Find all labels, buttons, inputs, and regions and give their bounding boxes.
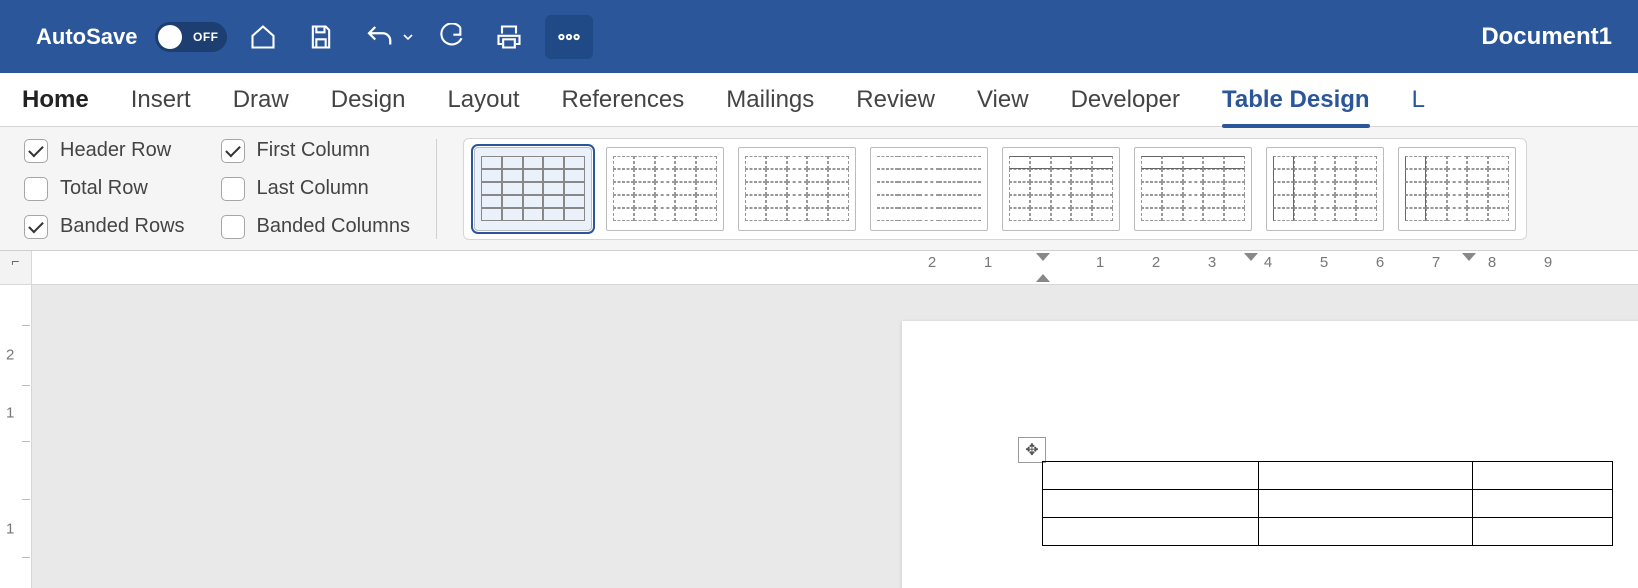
first-column-label: First Column	[257, 139, 370, 162]
vertical-ruler[interactable]: 2 1 1	[0, 285, 32, 588]
ruler-label: 1	[6, 405, 14, 422]
tab-view[interactable]: View	[977, 82, 1029, 118]
ruler-label: 5	[1320, 254, 1328, 271]
redo-icon[interactable]	[429, 15, 473, 59]
tab-insert[interactable]: Insert	[131, 82, 191, 118]
table-styles-gallery[interactable]	[463, 138, 1527, 240]
table-style-grid[interactable]	[474, 147, 592, 231]
tab-table-design[interactable]: Table Design	[1222, 82, 1370, 118]
document-title[interactable]: Document1	[1481, 23, 1618, 51]
ruler-label: 8	[1488, 254, 1496, 271]
ruler-row: ⌐ 2 1 1 2 3 4 5 6 7 8 9	[0, 251, 1638, 285]
table-style-column-2[interactable]	[1398, 147, 1516, 231]
banded-columns-checkbox[interactable]: Banded Columns	[221, 215, 410, 239]
document-area: 2 1 1 ✥	[0, 285, 1638, 588]
banded-rows-checkbox[interactable]: Banded Rows	[24, 215, 185, 239]
last-column-label: Last Column	[257, 177, 369, 200]
table-row[interactable]	[1043, 490, 1613, 518]
table-row[interactable]	[1043, 462, 1613, 490]
autosave-state: OFF	[193, 30, 219, 44]
table-row[interactable]	[1043, 518, 1613, 546]
tab-mailings[interactable]: Mailings	[726, 82, 814, 118]
last-column-checkbox[interactable]: Last Column	[221, 177, 410, 201]
checkbox-icon	[24, 177, 48, 201]
title-bar: AutoSave OFF Document1	[0, 0, 1638, 73]
print-icon[interactable]	[487, 15, 531, 59]
tab-developer[interactable]: Developer	[1071, 82, 1180, 118]
more-commands-icon[interactable]	[545, 15, 593, 59]
first-line-indent-icon[interactable]	[1036, 253, 1050, 261]
table-style-column-1[interactable]	[1266, 147, 1384, 231]
checkbox-icon	[221, 177, 245, 201]
undo-dropdown-icon[interactable]	[401, 32, 415, 42]
tab-layout[interactable]: Layout	[447, 82, 519, 118]
undo-icon[interactable]	[357, 15, 401, 59]
table-style-options: Header Row First Column Total Row Last C…	[24, 139, 410, 239]
tab-home[interactable]: Home	[22, 82, 89, 118]
home-icon[interactable]	[241, 15, 285, 59]
save-icon[interactable]	[299, 15, 343, 59]
column-indent-icon[interactable]	[1462, 253, 1476, 261]
horizontal-ruler[interactable]: 2 1 1 2 3 4 5 6 7 8 9	[32, 251, 1638, 284]
column-indent-icon[interactable]	[1244, 253, 1258, 261]
page	[902, 321, 1638, 588]
separator	[436, 139, 437, 239]
document-canvas[interactable]: ✥	[32, 285, 1638, 588]
table-style-plain-2[interactable]	[738, 147, 856, 231]
autosave-toggle-knob	[158, 25, 182, 49]
banded-rows-label: Banded Rows	[60, 215, 185, 238]
tab-selector-icon[interactable]: ⌐	[0, 251, 32, 284]
hanging-indent-icon[interactable]	[1036, 274, 1050, 282]
table-style-plain-1[interactable]	[606, 147, 724, 231]
checkbox-icon	[221, 139, 245, 163]
ribbon-tabs: Home Insert Draw Design Layout Reference…	[0, 73, 1638, 127]
table-move-handle-icon[interactable]: ✥	[1018, 437, 1046, 463]
ruler-label: 1	[984, 254, 992, 271]
document-table[interactable]	[1042, 461, 1613, 546]
tab-references[interactable]: References	[562, 82, 685, 118]
ruler-label: 2	[1152, 254, 1160, 271]
header-row-label: Header Row	[60, 139, 171, 162]
checkbox-icon	[24, 215, 48, 239]
table-style-header-1[interactable]	[1002, 147, 1120, 231]
ruler-label: 6	[1376, 254, 1384, 271]
autosave-toggle[interactable]: OFF	[155, 22, 227, 52]
ruler-label: 9	[1544, 254, 1552, 271]
header-row-checkbox[interactable]: Header Row	[24, 139, 185, 163]
ruler-label: 2	[928, 254, 936, 271]
table-style-plain-3[interactable]	[870, 147, 988, 231]
autosave-label: AutoSave	[36, 24, 137, 50]
checkbox-icon	[221, 215, 245, 239]
banded-columns-label: Banded Columns	[257, 215, 410, 238]
tab-design[interactable]: Design	[331, 82, 406, 118]
checkbox-icon	[24, 139, 48, 163]
first-column-checkbox[interactable]: First Column	[221, 139, 410, 163]
ruler-label: 3	[1208, 254, 1216, 271]
ruler-label: 1	[6, 521, 14, 538]
ribbon-content: Header Row First Column Total Row Last C…	[0, 127, 1638, 251]
ruler-label: 7	[1432, 254, 1440, 271]
tab-draw[interactable]: Draw	[233, 82, 289, 118]
ruler-label: 4	[1264, 254, 1272, 271]
total-row-label: Total Row	[60, 177, 148, 200]
tab-review[interactable]: Review	[856, 82, 935, 118]
table-style-header-2[interactable]	[1134, 147, 1252, 231]
total-row-checkbox[interactable]: Total Row	[24, 177, 185, 201]
tab-layout-table[interactable]: L	[1412, 82, 1425, 118]
ruler-label: 1	[1096, 254, 1104, 271]
ruler-label: 2	[6, 347, 14, 364]
